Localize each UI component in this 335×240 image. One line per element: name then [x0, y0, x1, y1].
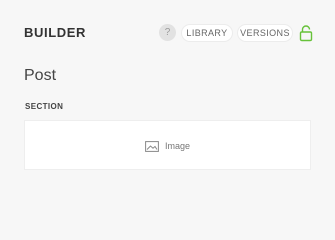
- builder-header: BUILDER ? LIBRARY VERSIONS: [0, 0, 335, 64]
- builder-title: BUILDER: [24, 25, 86, 40]
- image-placeholder[interactable]: Image: [24, 120, 311, 170]
- library-button[interactable]: LIBRARY: [181, 24, 233, 42]
- image-icon: [145, 141, 159, 153]
- help-button[interactable]: ?: [159, 24, 176, 41]
- versions-button[interactable]: VERSIONS: [237, 24, 293, 42]
- unlock-icon[interactable]: [299, 24, 313, 42]
- image-placeholder-label: Image: [164, 141, 190, 151]
- builder-panel: BUILDER ? LIBRARY VERSIONS Post SECTION …: [0, 0, 335, 215]
- image-placeholder-content: Image: [25, 139, 310, 153]
- section-label: SECTION: [25, 102, 64, 111]
- post-title: Post: [24, 67, 57, 84]
